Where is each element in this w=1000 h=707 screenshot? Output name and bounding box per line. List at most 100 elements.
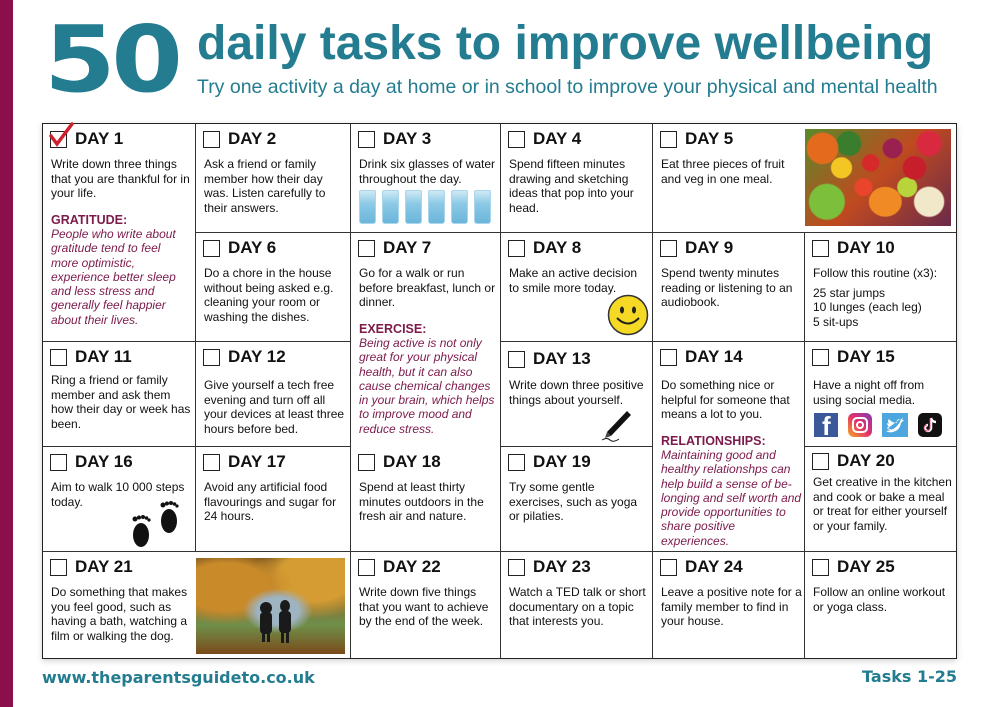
day-label: DAY 14 xyxy=(685,347,743,366)
tiktok-icon xyxy=(918,413,942,437)
day-checkbox[interactable] xyxy=(358,558,375,576)
day-checkbox[interactable] xyxy=(358,453,375,471)
facebook-icon: f xyxy=(814,413,838,437)
day-checkbox[interactable] xyxy=(660,239,677,257)
task-text: Spend fifteen minutes drawing and sketch… xyxy=(509,157,634,215)
task-text: Ask a friend or family member how their … xyxy=(204,157,326,215)
task-text: Get creative in the kitchen and cook or … xyxy=(813,475,952,533)
day-cell-16: DAY 16 Aim to walk 10 000 steps today. xyxy=(43,447,196,552)
task-text: Try some gentle exercises, such as yoga … xyxy=(509,480,638,523)
day-label: DAY 8 xyxy=(533,238,582,257)
day-checkbox[interactable] xyxy=(50,558,67,576)
task-text: Avoid any artificial food flavourings an… xyxy=(204,480,337,523)
task-text: Write down five things that you want to … xyxy=(359,585,489,628)
day-cell-6: DAY 6 Do a chore in the house without be… xyxy=(196,233,351,342)
day-label: DAY 2 xyxy=(228,129,277,148)
tasks-range-label: Tasks 1-25 xyxy=(862,667,957,686)
day-checkbox[interactable] xyxy=(508,239,525,257)
day-cell-1: DAY 1 Write down three things that you a… xyxy=(43,121,196,342)
task-text: Give yourself a tech free evening and tu… xyxy=(204,378,345,436)
category-note: People who write about gratitude tend to… xyxy=(51,227,176,327)
day-checkbox[interactable] xyxy=(660,348,677,366)
day-label: DAY 3 xyxy=(383,129,432,148)
task-text: Do a chore in the house without being as… xyxy=(204,266,334,324)
day-checkbox[interactable] xyxy=(508,130,525,148)
page-title: daily tasks to improve wellbeing xyxy=(197,17,934,70)
day-cell-9: DAY 9 Spend twenty minutes reading or li… xyxy=(653,233,805,342)
day-cell-7: DAY 7 Go for a walk or run before breakf… xyxy=(351,233,501,451)
day-label: DAY 7 xyxy=(383,238,432,257)
day-checkbox[interactable] xyxy=(50,453,67,471)
day-cell-2: DAY 2 Ask a friend or family member how … xyxy=(196,124,351,233)
day-label: DAY 22 xyxy=(383,557,441,576)
day-cell-17: DAY 17 Avoid any artificial food flavour… xyxy=(196,447,351,552)
day-label: DAY 20 xyxy=(837,451,895,470)
day-checkbox[interactable] xyxy=(508,558,525,576)
category-label: RELATIONSHIPS: xyxy=(661,433,766,448)
day-checkbox[interactable] xyxy=(203,239,220,257)
water-glasses-icon xyxy=(359,190,491,224)
day-label: DAY 1 xyxy=(75,129,124,148)
task-text: Do something nice or helpful for someone… xyxy=(661,378,790,421)
day-checkbox[interactable] xyxy=(203,453,220,471)
day-cell-21: DAY 21 Do something that makes you feel … xyxy=(43,552,351,658)
task-text: Have a night off from using social media… xyxy=(813,378,925,407)
day-checkbox[interactable] xyxy=(49,121,74,148)
website-link[interactable]: www.theparentsguideto.co.uk xyxy=(42,668,315,687)
task-text: Go for a walk or run before breakfast, l… xyxy=(359,266,496,309)
day-label: DAY 19 xyxy=(533,452,591,471)
routine-item: 25 star jumps xyxy=(813,285,886,300)
day-cell-25: DAY 25 Follow an online workout or yoga … xyxy=(805,552,956,658)
day-label: DAY 24 xyxy=(685,557,743,576)
day-cell-3: DAY 3 Drink six glasses of water through… xyxy=(351,124,501,233)
day-checkbox[interactable] xyxy=(50,348,67,366)
day-cell-10: DAY 10 Follow this routine (x3): 25 star… xyxy=(805,233,956,342)
category-label: GRATITUDE: xyxy=(51,212,128,227)
task-text: Spend twenty minutes reading or listenin… xyxy=(661,266,793,309)
category-note: Maintaining good and healthy relationshp… xyxy=(661,448,802,548)
day-checkbox[interactable] xyxy=(812,239,829,257)
day-label: DAY 4 xyxy=(533,129,582,148)
day-label: DAY 16 xyxy=(75,452,133,471)
day-cell-24: DAY 24 Leave a positive note for a famil… xyxy=(653,552,805,658)
task-text: Ring a friend or family member and ask t… xyxy=(51,373,191,431)
day-label: DAY 21 xyxy=(75,557,133,576)
task-text: Do something that makes you feel good, s… xyxy=(51,585,188,643)
day-checkbox[interactable] xyxy=(358,130,375,148)
day-label: DAY 11 xyxy=(75,347,132,366)
day-cell-8: DAY 8 Make an active decision to smile m… xyxy=(501,233,653,342)
day-checkbox[interactable] xyxy=(812,348,829,366)
day-label: DAY 5 xyxy=(685,129,734,148)
autumn-walk-photo-icon xyxy=(196,558,345,654)
day-cell-19: DAY 19 Try some gentle exercises, such a… xyxy=(501,447,653,552)
page-subtitle: Try one activity a day at home or in sch… xyxy=(197,76,938,98)
day-cell-4: DAY 4 Spend fifteen minutes drawing and … xyxy=(501,124,653,233)
day-label: DAY 6 xyxy=(228,238,277,257)
day-checkbox[interactable] xyxy=(812,558,829,576)
checkmark-icon xyxy=(49,121,74,147)
day-checkbox[interactable] xyxy=(508,350,525,368)
day-checkbox[interactable] xyxy=(203,130,220,148)
day-label: DAY 18 xyxy=(383,452,441,471)
day-checkbox[interactable] xyxy=(812,452,829,470)
day-checkbox[interactable] xyxy=(660,558,677,576)
day-cell-23: DAY 23 Watch a TED talk or short documen… xyxy=(501,552,653,658)
pen-icon xyxy=(601,411,631,442)
day-label: DAY 9 xyxy=(685,238,734,257)
fruit-veg-photo-icon xyxy=(805,129,951,226)
day-label: DAY 10 xyxy=(837,238,895,257)
task-text: Spend at least thirty minutes outdoors i… xyxy=(359,480,484,523)
day-checkbox[interactable] xyxy=(358,239,375,257)
day-cell-20: DAY 20 Get creative in the kitchen and c… xyxy=(805,447,956,552)
routine-item: 10 lunges (each leg) xyxy=(813,300,922,314)
day-cell-15: DAY 15 Have a night off from using socia… xyxy=(805,342,956,447)
smiley-face-icon xyxy=(607,294,649,336)
day-checkbox[interactable] xyxy=(203,348,220,366)
task-text: Eat three pieces of fruit and veg in one… xyxy=(661,157,785,186)
twitter-icon xyxy=(882,413,908,437)
day-checkbox[interactable] xyxy=(660,130,677,148)
big-number: 50 xyxy=(44,6,183,113)
instagram-icon xyxy=(848,413,872,437)
day-checkbox[interactable] xyxy=(508,453,525,471)
day-cell-12: DAY 12 Give yourself a tech free evening… xyxy=(196,342,351,447)
